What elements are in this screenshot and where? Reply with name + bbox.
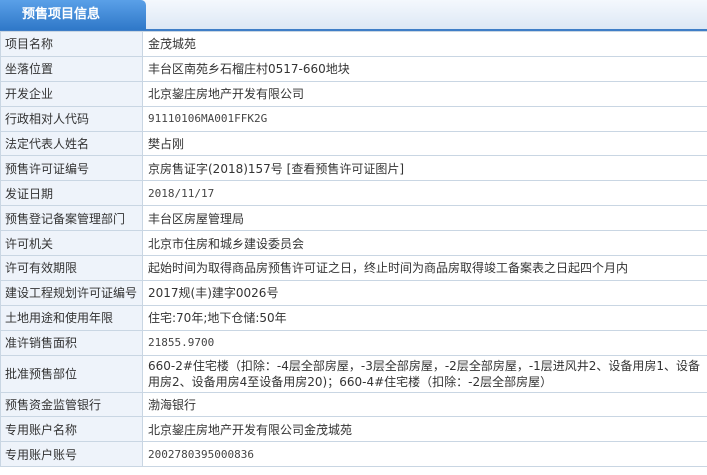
row-value: 北京鋆庄房地产开发有限公司 (142, 80, 707, 107)
table-row: 批准预售部位 660-2#住宅楼（扣除：-4层全部房屋，-3层全部房屋，-2层全… (0, 354, 707, 393)
table-row: 预售登记备案管理部门 丰台区房屋管理局 (0, 205, 707, 232)
table-row: 开发企业 北京鋆庄房地产开发有限公司 (0, 80, 707, 107)
presale-project-info-panel: 预售项目信息 项目名称 金茂城苑 坐落位置 丰台区南苑乡石榴庄村0517-660… (0, 0, 707, 475)
row-value: 北京市住房和城乡建设委员会 (142, 230, 707, 257)
row-label: 建设工程规划许可证编号 (0, 279, 143, 306)
table-row: 法定代表人姓名 樊占刚 (0, 130, 707, 157)
row-value: 金茂城苑 (142, 31, 707, 57)
row-value-cell: 京房售证字(2018)157号 [查看预售许可证图片] (142, 155, 707, 182)
table-row: 行政相对人代码 91110106MA001FFK2G (0, 105, 707, 132)
row-value: 91110106MA001FFK2G (142, 105, 707, 132)
row-label: 许可机关 (0, 230, 143, 257)
table-row: 发证日期 2018/11/17 (0, 180, 707, 207)
table-row: 专用账户账号 2002780395000836 (0, 441, 707, 468)
row-label: 开发企业 (0, 80, 143, 107)
row-value: 丰台区房屋管理局 (142, 205, 707, 232)
row-value: 樊占刚 (142, 130, 707, 157)
row-value: 21855.9700 (142, 329, 707, 356)
row-label: 项目名称 (0, 31, 143, 57)
row-label: 专用账户账号 (0, 441, 143, 468)
row-value: 2018/11/17 (142, 180, 707, 207)
table-row: 项目名称 金茂城苑 (0, 31, 707, 57)
row-value: 北京鋆庄房地产开发有限公司金茂城苑 (142, 416, 707, 443)
row-label: 批准预售部位 (0, 354, 143, 393)
row-label: 坐落位置 (0, 55, 143, 82)
row-value: 2002780395000836 (142, 441, 707, 468)
view-permit-image-link[interactable]: [查看预售许可证图片] (287, 162, 404, 176)
row-label: 行政相对人代码 (0, 105, 143, 132)
row-value: 起始时间为取得商品房预售许可证之日，终止时间为商品房取得竣工备案表之日起四个月内 (142, 255, 707, 281)
row-value: 660-2#住宅楼（扣除：-4层全部房屋，-3层全部房屋，-2层全部房屋，-1层… (142, 354, 707, 393)
row-label: 预售许可证编号 (0, 155, 143, 182)
row-label: 许可有效期限 (0, 255, 143, 281)
row-label: 预售登记备案管理部门 (0, 205, 143, 232)
table-row: 预售资金监管银行 渤海银行 (0, 391, 707, 418)
row-label: 法定代表人姓名 (0, 130, 143, 157)
panel-title: 预售项目信息 (0, 0, 146, 30)
row-value: 2017规(丰)建字0026号 (142, 279, 707, 306)
table-row: 预售许可证编号 京房售证字(2018)157号 [查看预售许可证图片] (0, 155, 707, 182)
row-label: 准许销售面积 (0, 329, 143, 356)
row-label: 土地用途和使用年限 (0, 304, 143, 331)
row-value: 丰台区南苑乡石榴庄村0517-660地块 (142, 55, 707, 82)
row-label: 发证日期 (0, 180, 143, 207)
row-value: 住宅:70年;地下仓储:50年 (142, 304, 707, 331)
panel-header: 预售项目信息 (0, 0, 707, 31)
table-row: 土地用途和使用年限 住宅:70年;地下仓储:50年 (0, 304, 707, 331)
row-value: 渤海银行 (142, 391, 707, 418)
table-row: 准许销售面积 21855.9700 (0, 329, 707, 356)
row-label: 专用账户名称 (0, 416, 143, 443)
table-row: 建设工程规划许可证编号 2017规(丰)建字0026号 (0, 279, 707, 306)
row-label: 预售资金监管银行 (0, 391, 143, 418)
permit-number: 京房售证字(2018)157号 (148, 161, 283, 176)
table-row: 许可机关 北京市住房和城乡建设委员会 (0, 230, 707, 257)
table-row: 许可有效期限 起始时间为取得商品房预售许可证之日，终止时间为商品房取得竣工备案表… (0, 255, 707, 281)
table-row: 坐落位置 丰台区南苑乡石榴庄村0517-660地块 (0, 55, 707, 82)
info-table: 项目名称 金茂城苑 坐落位置 丰台区南苑乡石榴庄村0517-660地块 开发企业… (0, 31, 707, 468)
table-row: 专用账户名称 北京鋆庄房地产开发有限公司金茂城苑 (0, 416, 707, 443)
